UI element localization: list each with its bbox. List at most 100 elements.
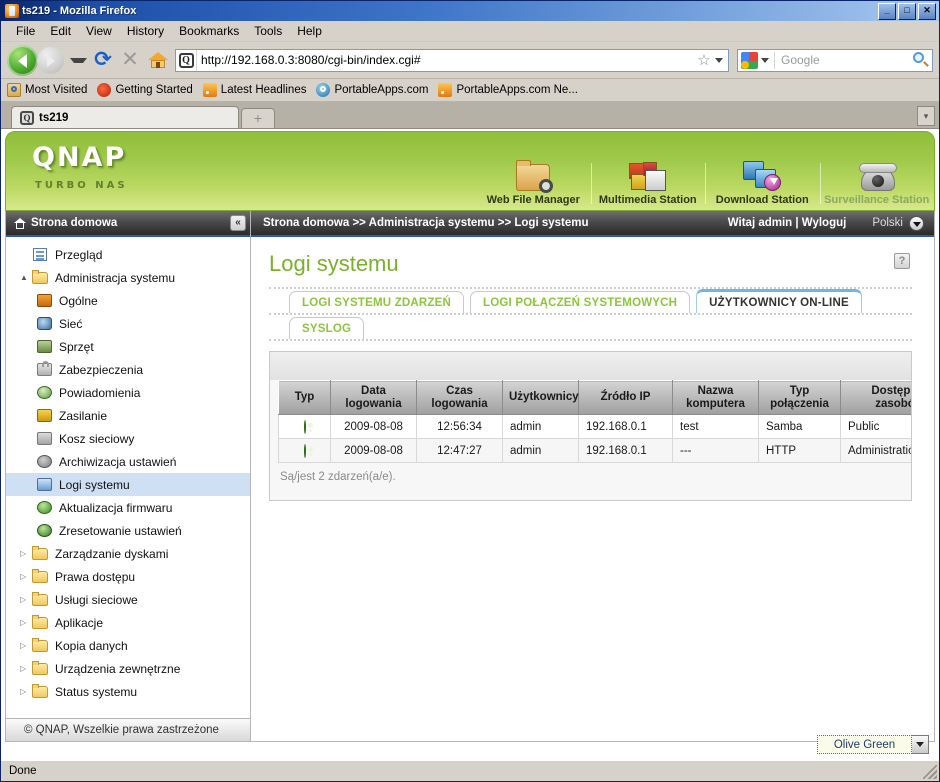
forward-button[interactable]: [37, 46, 64, 74]
menu-help[interactable]: Help: [290, 22, 329, 40]
home-icon[interactable]: [146, 49, 170, 71]
theme-select-value[interactable]: Olive Green: [817, 735, 912, 754]
tree-arrow[interactable]: ▷: [20, 641, 32, 650]
sidebar-item-aktualizacja-firmwaru[interactable]: Aktualizacja firmwaru: [6, 496, 250, 519]
menu-file[interactable]: File: [9, 22, 42, 40]
menu-bar: File Edit View History Bookmarks Tools H…: [1, 21, 939, 42]
web-file-manager-icon: [476, 151, 591, 193]
table-row[interactable]: 2009-08-08 12:47:27 admin 192.168.0.1 --…: [278, 438, 911, 463]
resize-grip[interactable]: [923, 765, 937, 779]
tree-arrow[interactable]: ▲: [20, 273, 32, 282]
tab-logi-systemu-zdarzen[interactable]: LOGI SYSTEMU ZDARZEŃ: [289, 291, 465, 313]
help-button[interactable]: ?: [894, 253, 910, 269]
tree-arrow[interactable]: ▷: [20, 687, 32, 696]
sidebar-item-label: Logi systemu: [59, 477, 130, 492]
tab-uzytkownicy-online[interactable]: UŻYTKOWNICY ON-LINE: [696, 289, 862, 313]
trash-icon: [36, 431, 54, 447]
app-multimedia-station[interactable]: Multimedia Station: [590, 151, 706, 210]
tree-arrow[interactable]: ▷: [20, 572, 32, 581]
sidebar-item-zasilanie[interactable]: Zasilanie: [6, 404, 250, 427]
url-input[interactable]: http://192.168.0.3:8080/cgi-bin/index.cg…: [201, 53, 694, 67]
home-icon: [14, 217, 26, 229]
new-tab-button[interactable]: +: [241, 108, 275, 128]
menu-history[interactable]: History: [120, 22, 171, 40]
url-dropdown-icon[interactable]: [714, 57, 728, 63]
column-nazwa-komputera[interactable]: Nazwa komputera: [672, 380, 759, 415]
cell-computer: test: [672, 414, 759, 439]
search-bar[interactable]: Google: [737, 48, 933, 72]
bookmark-latest-headlines[interactable]: Latest Headlines: [202, 83, 307, 97]
back-button[interactable]: [7, 44, 38, 76]
menu-bookmarks[interactable]: Bookmarks: [172, 22, 246, 40]
copyright-footer: © QNAP, Wszelkie prawa zastrzeżone: [6, 718, 250, 741]
app-surveillance-station[interactable]: Surveillance Station: [819, 151, 935, 210]
tab-list-dropdown-icon[interactable]: ▾: [917, 106, 935, 126]
page-title: Logi systemu: [269, 251, 399, 276]
status-bar: Done: [1, 760, 939, 781]
theme-selector[interactable]: Olive Green: [817, 735, 929, 754]
sidebar-item-zabezpieczenia[interactable]: Zabezpieczenia: [6, 358, 250, 381]
table-row[interactable]: 2009-08-08 12:56:34 admin 192.168.0.1 te…: [278, 414, 911, 439]
sidebar-item-prawa-dostepu[interactable]: ▷ Prawa dostępu: [6, 565, 250, 588]
close-button[interactable]: ✕: [918, 2, 936, 20]
user-greeting[interactable]: Witaj admin | Wyloguj: [728, 217, 847, 229]
column-typ-polaczenia[interactable]: Typ połączenia: [758, 380, 841, 415]
tab-syslog[interactable]: SYSLOG: [289, 317, 365, 339]
sidebar-item-aplikacje[interactable]: ▷ Aplikacje: [6, 611, 250, 634]
sidebar-item-kosz-sieciowy[interactable]: Kosz sieciowy: [6, 427, 250, 450]
chevron-down-icon[interactable]: [912, 735, 929, 754]
sidebar-item-status-systemu[interactable]: ▷ Status systemu: [6, 680, 250, 703]
column-zrodlo-ip[interactable]: Źródło IP: [578, 380, 673, 415]
stop-icon[interactable]: ✕: [119, 49, 141, 71]
bookmark-portableapps-news[interactable]: PortableApps.com Ne...: [438, 83, 578, 97]
tree-arrow[interactable]: ▷: [20, 664, 32, 673]
cell-connection: HTTP: [758, 438, 841, 463]
sidebar-item-kopia-danych[interactable]: ▷ Kopia danych: [6, 634, 250, 657]
history-dropdown-icon[interactable]: [70, 57, 87, 63]
search-engine-dropdown-icon[interactable]: [760, 57, 774, 63]
menu-tools[interactable]: Tools: [247, 22, 289, 40]
tree-arrow[interactable]: ▷: [20, 595, 32, 604]
sidebar-header: Strona domowa «: [6, 211, 250, 237]
tree-arrow[interactable]: ▷: [20, 549, 32, 558]
search-magnifier-icon[interactable]: [910, 51, 932, 69]
sidebar-item-zresetowanie-ustawien[interactable]: Zresetowanie ustawień: [6, 519, 250, 542]
bookmark-most-visited[interactable]: Most Visited: [7, 83, 87, 97]
column-data-logowania[interactable]: Data logowania: [330, 380, 417, 415]
tab-logi-polaczen-systemowych[interactable]: LOGI POŁĄCZEŃ SYSTEMOWYCH: [470, 291, 691, 313]
bookmark-getting-started[interactable]: Getting Started: [97, 83, 193, 97]
search-input[interactable]: Google: [775, 53, 910, 67]
sidebar-item-ogolne[interactable]: Ogólne: [6, 289, 250, 312]
sidebar-item-logi-systemu[interactable]: Logi systemu: [6, 473, 250, 496]
column-uzytkownicy[interactable]: Użytkownicy: [502, 380, 579, 415]
menu-edit[interactable]: Edit: [43, 22, 78, 40]
language-dropdown-icon[interactable]: [909, 215, 924, 231]
sidebar: Strona domowa « Przegląd ▲ Administracja …: [5, 211, 251, 742]
column-typ[interactable]: Typ: [278, 380, 331, 415]
column-dostep-do-zasobow[interactable]: Dostęp do zasobów: [840, 380, 911, 415]
app-download-station[interactable]: Download Station: [705, 151, 820, 210]
sidebar-item-siec[interactable]: Sieć: [6, 312, 250, 335]
bookmark-portableapps[interactable]: PortableApps.com: [316, 83, 428, 97]
sidebar-item-uslugi-sieciowe[interactable]: ▷ Usługi sieciowe: [6, 588, 250, 611]
tree-arrow[interactable]: ▷: [20, 618, 32, 627]
bookmark-label: Latest Headlines: [220, 84, 307, 96]
sidebar-item-przeglad[interactable]: Przegląd: [6, 243, 250, 266]
sidebar-item-urzadzenia-zewnetrzne[interactable]: ▷ Urządzenia zewnętrzne: [6, 657, 250, 680]
firefox-window: ts219 - Mozilla Firefox _ □ ✕ File Edit …: [0, 0, 940, 782]
menu-view[interactable]: View: [79, 22, 119, 40]
sidebar-item-administracja-systemu[interactable]: ▲ Administracja systemu: [6, 266, 250, 289]
address-bar[interactable]: Q http://192.168.0.3:8080/cgi-bin/index.…: [175, 48, 729, 72]
minimize-button[interactable]: _: [878, 2, 896, 20]
sidebar-item-powiadomienia[interactable]: Powiadomienia: [6, 381, 250, 404]
collapse-sidebar-button[interactable]: «: [230, 215, 246, 231]
column-czas-logowania[interactable]: Czas logowania: [416, 380, 503, 415]
sidebar-item-sprzet[interactable]: Sprzęt: [6, 335, 250, 358]
tab-ts219[interactable]: Q ts219: [11, 106, 239, 128]
app-web-file-manager[interactable]: Web File Manager: [476, 151, 591, 210]
sidebar-item-archiwizacja-ustawien[interactable]: Archiwizacja ustawień: [6, 450, 250, 473]
bookmark-star-icon[interactable]: ☆: [694, 51, 714, 69]
sidebar-item-zarzadzanie-dyskami[interactable]: ▷ Zarządzanie dyskami: [6, 542, 250, 565]
reload-icon[interactable]: ⟳: [92, 49, 114, 71]
maximize-button[interactable]: □: [898, 2, 916, 20]
